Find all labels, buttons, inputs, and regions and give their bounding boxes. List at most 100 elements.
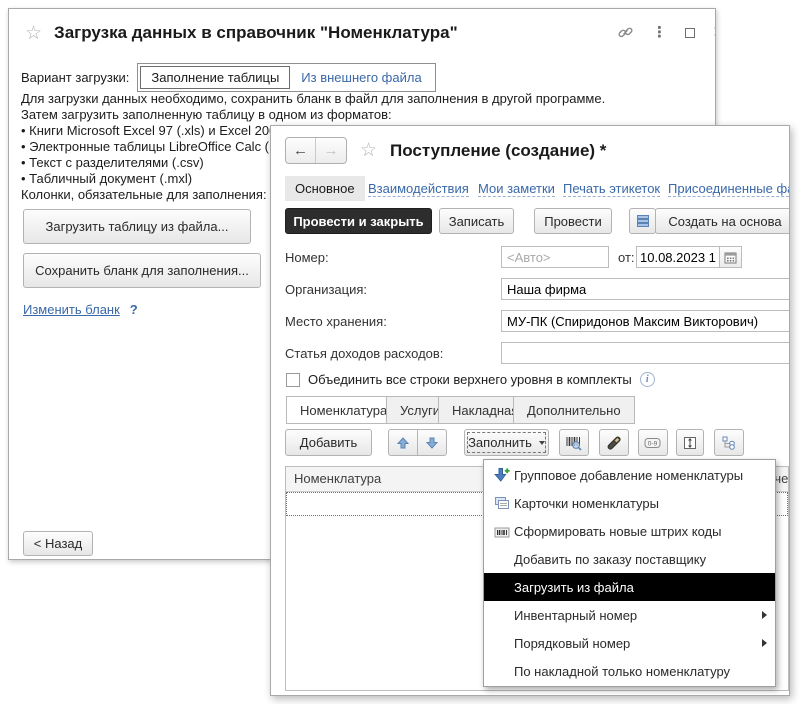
tab-print-labels[interactable]: Печать этикеток (563, 181, 660, 197)
forward-arrow-icon[interactable]: → (316, 138, 346, 163)
number-label: Номер: (285, 250, 329, 265)
storage-label: Место хранения: (285, 314, 387, 329)
move-up-button[interactable] (388, 429, 418, 456)
expense-item-input[interactable] (501, 342, 790, 364)
help-link[interactable]: ? (130, 302, 138, 317)
receipt-window-title: Поступление (создание) * (390, 141, 606, 161)
post-button[interactable]: Провести (534, 208, 612, 234)
loader-titlebar: ☆ Загрузка данных в справочник "Номенкла… (25, 23, 458, 43)
show-postings-button[interactable] (629, 208, 656, 234)
add-row-button[interactable]: Добавить (285, 429, 372, 456)
date-input[interactable] (637, 247, 719, 267)
menu-item-label: Групповое добавление номенклатуры (514, 468, 767, 483)
digits-tag-icon: 0-9 (644, 436, 662, 450)
barcode-search-icon (565, 435, 583, 451)
calendar-icon (724, 251, 737, 264)
calendar-button[interactable] (719, 247, 741, 267)
menu-item-label: Добавить по заказу поставщику (514, 552, 767, 567)
grid-toolbar: Добавить Заполнить (271, 429, 789, 457)
fill-dropdown-menu: Групповое добавление номенклатуры Карточ… (483, 459, 776, 687)
back-button[interactable]: < Назад (23, 531, 93, 556)
save-button[interactable]: Записать (439, 208, 514, 234)
section-links: Основное Взаимодействия Мои заметки Печа… (271, 176, 789, 203)
arrow-up-icon (396, 436, 410, 450)
tab-nomenclature[interactable]: Номенклатура (286, 396, 401, 424)
barcode-icon (490, 524, 514, 538)
menu-item-cards[interactable]: Карточки номенклатуры (484, 489, 775, 517)
favorite-star-icon[interactable]: ☆ (25, 24, 42, 43)
menu-item-load-from-file[interactable]: Загрузить из файла (484, 573, 775, 601)
favorite-star-icon[interactable]: ☆ (360, 141, 377, 160)
row-height-button[interactable] (676, 429, 704, 456)
post-and-close-button[interactable]: Провести и закрыть (285, 208, 432, 234)
variant-toggle: Заполнение таблицы Из внешнего файла (137, 63, 435, 92)
expense-item-row: Статья доходов расходов: (271, 342, 789, 364)
menu-item-new-barcodes[interactable]: Сформировать новые штрих коды (484, 517, 775, 545)
menu-item-inventory-number[interactable]: Инвентарный номер (484, 601, 775, 629)
scanner-device-icon (606, 435, 622, 451)
close-icon[interactable]: × (713, 23, 716, 42)
back-arrow-icon[interactable]: ← (286, 138, 316, 163)
menu-item-by-supplier-order[interactable]: Добавить по заказу поставщику (484, 545, 775, 573)
menu-item-label: По накладной только номенклатуру (514, 664, 767, 679)
receipt-window: ← → ☆ Поступление (создание) * Основное … (270, 125, 790, 696)
date-label: от: (618, 250, 635, 265)
tab-main[interactable]: Основное (285, 176, 365, 201)
chevron-down-icon (539, 441, 545, 445)
loader-window-title: Загрузка данных в справочник "Номенклату… (54, 23, 458, 43)
menu-item-label: Инвентарный номер (514, 608, 762, 623)
menu-item-group-add[interactable]: Групповое добавление номенклатуры (484, 461, 775, 489)
hierarchy-view-button[interactable] (714, 429, 744, 456)
variant-row: Вариант загрузки: Заполнение таблицы Из … (21, 63, 436, 92)
more-menu-icon[interactable]: ⋮ (652, 25, 667, 40)
page-tabs: Номенклатура Услуги Накладная Дополнител… (271, 396, 789, 424)
receipt-titlebar: ← → ☆ Поступление (создание) * (285, 137, 606, 164)
menu-item-by-invoice-nomenclature-only[interactable]: По накладной только номенклатуру (484, 657, 775, 685)
move-down-button[interactable] (417, 429, 447, 456)
storage-input[interactable] (501, 310, 790, 332)
fill-dropdown-button[interactable]: Заполнить (464, 429, 549, 456)
menu-item-label: Карточки номенклатуры (514, 496, 767, 511)
storage-row: Место хранения: (271, 310, 789, 332)
price-checker-button[interactable]: 0-9 (638, 429, 668, 456)
menu-item-sequence-number[interactable]: Порядковый номер (484, 629, 775, 657)
barcode-scan-button[interactable] (559, 429, 589, 456)
menu-item-label: Загрузить из файла (514, 580, 767, 595)
edit-blank-row: Изменить бланк ? (23, 302, 138, 317)
hierarchy-icon (721, 435, 737, 451)
maximize-icon[interactable] (685, 28, 695, 38)
variant-external-file-option[interactable]: Из внешнего файла (290, 66, 432, 89)
combine-kits-label: Объединить все строки верхнего уровня в … (308, 372, 632, 387)
combine-kits-row: Объединить все строки верхнего уровня в … (286, 372, 655, 387)
tab-attached-files[interactable]: Присоединенные фа (668, 181, 790, 197)
menu-item-label: Порядковый номер (514, 636, 762, 651)
edit-blank-link[interactable]: Изменить бланк (23, 302, 120, 317)
tab-my-notes[interactable]: Мои заметки (478, 181, 555, 197)
get-link-icon[interactable] (617, 24, 634, 41)
submenu-arrow-icon (762, 639, 767, 647)
tab-interactions[interactable]: Взаимодействия (368, 181, 469, 197)
expense-item-label: Статья доходов расходов: (285, 346, 443, 361)
arrow-down-icon (425, 436, 439, 450)
fill-button-label: Заполнить (468, 435, 532, 450)
menu-item-label: Сформировать новые штрих коды (514, 524, 767, 539)
load-table-from-file-button[interactable]: Загрузить таблицу из файла... (23, 209, 251, 244)
save-blank-button[interactable]: Сохранить бланк для заполнения... (23, 253, 261, 288)
command-bar: Провести и закрыть Записать Провести Соз… (271, 208, 789, 235)
cards-icon (490, 496, 514, 510)
create-based-on-button[interactable]: Создать на основа (655, 208, 790, 234)
instruction-line: Затем загрузить заполненную таблицу в од… (21, 107, 605, 123)
submenu-arrow-icon (762, 611, 767, 619)
number-input[interactable] (501, 246, 609, 268)
history-nav: ← → (285, 137, 347, 164)
variant-fill-table-option[interactable]: Заполнение таблицы (140, 66, 290, 89)
combine-kits-checkbox[interactable] (286, 373, 300, 387)
variant-label: Вариант загрузки: (21, 70, 129, 85)
svg-text:0-9: 0-9 (648, 440, 658, 447)
info-icon[interactable]: i (640, 372, 655, 387)
organization-input[interactable] (501, 278, 790, 300)
vertical-expand-icon (682, 435, 698, 451)
tab-additional[interactable]: Дополнительно (513, 396, 635, 424)
number-row: Номер: от: (271, 246, 789, 268)
data-terminal-button[interactable] (599, 429, 629, 456)
